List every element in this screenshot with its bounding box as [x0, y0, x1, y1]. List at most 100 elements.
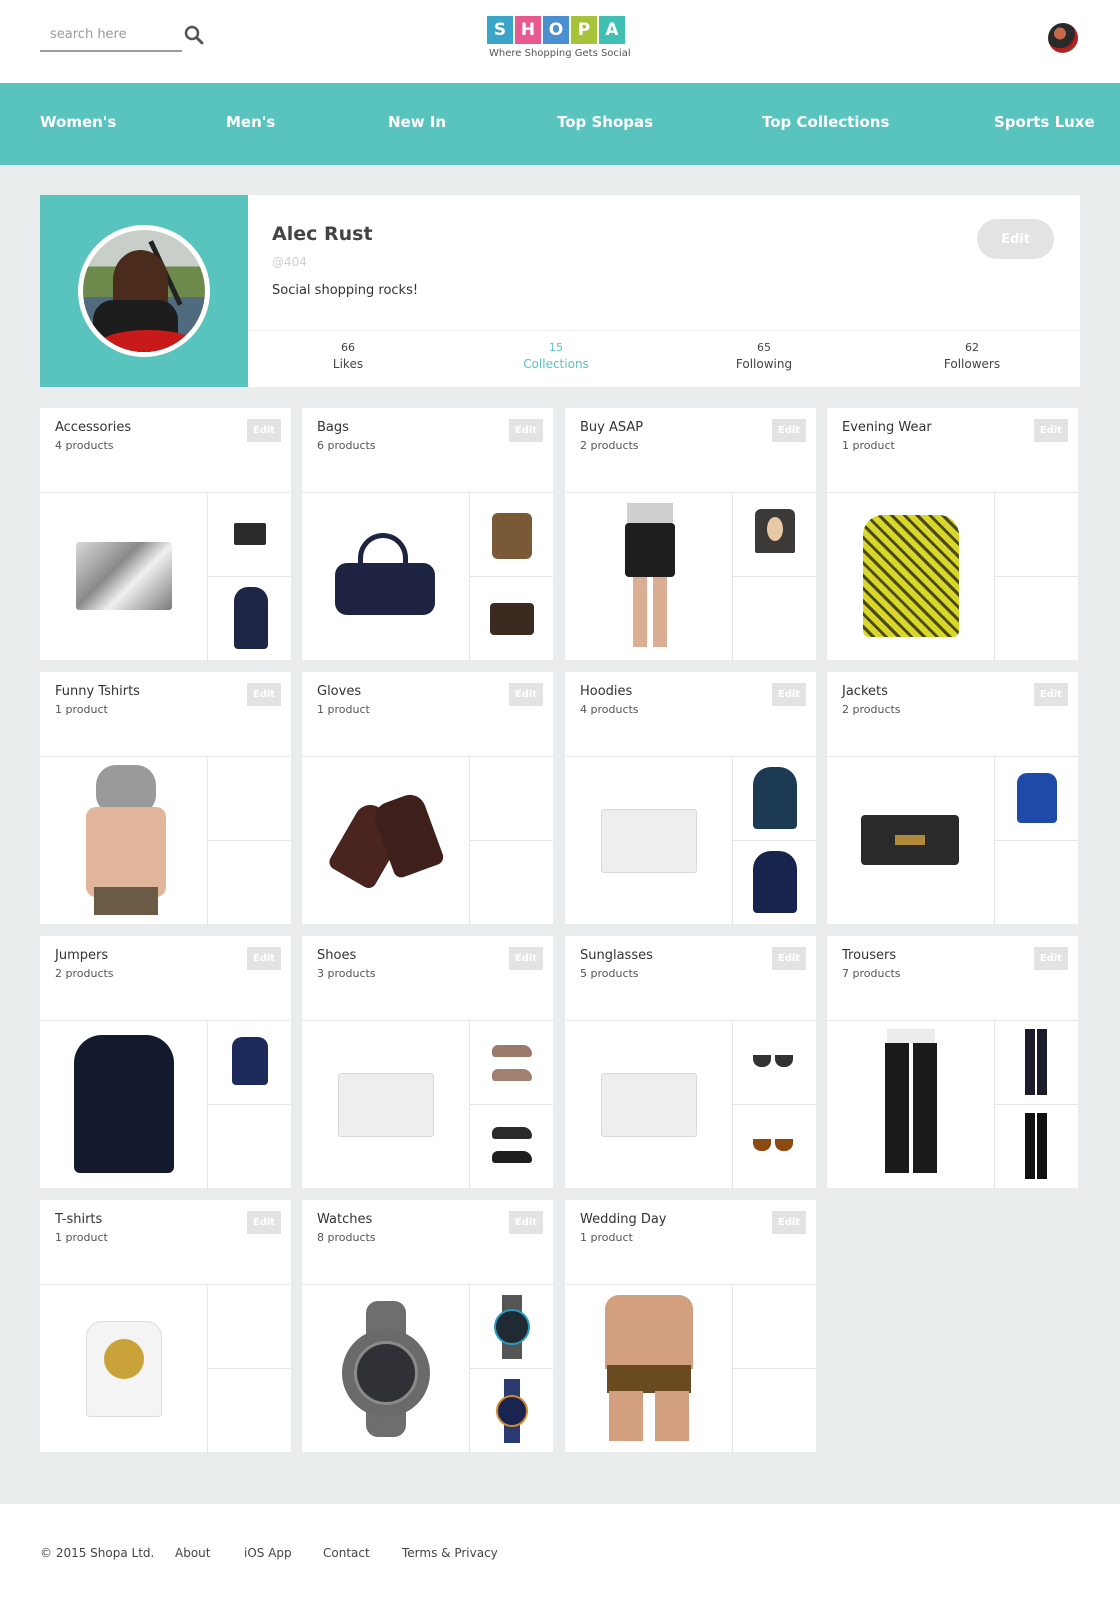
product-image-thumb[interactable] [208, 1105, 291, 1189]
collection-card-jumpers[interactable]: Jumpers 2 products Edit [40, 936, 291, 1189]
collection-card-sunglasses[interactable]: Sunglasses 5 products Edit [565, 936, 816, 1189]
product-image-thumb[interactable] [470, 1105, 553, 1189]
footer-link-ios-app[interactable]: iOS App [244, 1546, 292, 1560]
product-image-thumb[interactable] [995, 1105, 1078, 1189]
product-image-thumb[interactable] [995, 1021, 1078, 1105]
product-image-main[interactable] [40, 1021, 208, 1189]
product-image-thumb[interactable] [208, 1021, 291, 1105]
nav-item-womens[interactable]: Women's [40, 113, 116, 131]
edit-collection-button[interactable]: Edit [1034, 683, 1068, 706]
product-image-main[interactable] [40, 493, 208, 661]
nav-item-top-shopas[interactable]: Top Shopas [557, 113, 653, 131]
product-image-thumb[interactable] [470, 577, 553, 661]
collection-card-shoes[interactable]: Shoes 3 products Edit [302, 936, 553, 1189]
collection-card-accessories[interactable]: Accessories 4 products Edit [40, 408, 291, 661]
shopa-logo[interactable]: S H O P A Where Shopping Gets Social [487, 16, 633, 70]
collection-card-evening-wear[interactable]: Evening Wear 1 product Edit [827, 408, 1078, 661]
collection-card-hoodies[interactable]: Hoodies 4 products Edit [565, 672, 816, 925]
edit-collection-button[interactable]: Edit [509, 683, 543, 706]
product-image-thumb[interactable] [733, 1021, 816, 1105]
product-image-thumb[interactable] [995, 493, 1078, 577]
stat-followers[interactable]: 62 Followers [902, 341, 1042, 371]
product-image-thumb[interactable] [470, 757, 553, 841]
product-image-main[interactable] [302, 757, 470, 925]
collection-card-buy-asap[interactable]: Buy ASAP 2 products Edit [565, 408, 816, 661]
edit-collection-button[interactable]: Edit [772, 419, 806, 442]
edit-collection-button[interactable]: Edit [509, 1211, 543, 1234]
footer-link-about[interactable]: About [175, 1546, 210, 1560]
product-image-thumb[interactable] [733, 1369, 816, 1453]
collection-card-trousers[interactable]: Trousers 7 products Edit [827, 936, 1078, 1189]
edit-collection-button[interactable]: Edit [772, 1211, 806, 1234]
product-image-main[interactable] [565, 493, 733, 661]
nav-item-sports-luxe[interactable]: Sports Luxe [994, 113, 1095, 131]
product-image-thumb[interactable] [995, 577, 1078, 661]
edit-collection-button[interactable]: Edit [247, 419, 281, 442]
collection-card-jackets[interactable]: Jackets 2 products Edit [827, 672, 1078, 925]
product-image-main[interactable] [565, 1021, 733, 1189]
product-image-main[interactable] [40, 757, 208, 925]
collection-card-watches[interactable]: Watches 8 products Edit [302, 1200, 553, 1453]
product-image-main[interactable] [302, 1021, 470, 1189]
edit-collection-button[interactable]: Edit [1034, 947, 1068, 970]
product-image-thumb[interactable] [733, 841, 816, 925]
search-input[interactable] [40, 21, 160, 47]
collection-card-gloves[interactable]: Gloves 1 product Edit [302, 672, 553, 925]
search-icon[interactable] [184, 25, 204, 45]
edit-collection-button[interactable]: Edit [1034, 419, 1068, 442]
edit-collection-button[interactable]: Edit [509, 947, 543, 970]
product-image-thumb[interactable] [995, 841, 1078, 925]
product-image-main[interactable] [827, 1021, 995, 1189]
edit-collection-button[interactable]: Edit [509, 419, 543, 442]
product-image-main[interactable] [302, 1285, 470, 1453]
edit-collection-button[interactable]: Edit [247, 947, 281, 970]
page-footer: © 2015 Shopa Ltd. About iOS App Contact … [0, 1504, 1120, 1613]
edit-profile-button[interactable]: Edit [977, 219, 1054, 259]
nav-item-top-collections[interactable]: Top Collections [762, 113, 889, 131]
edit-collection-button[interactable]: Edit [772, 683, 806, 706]
collection-card-t-shirts[interactable]: T-shirts 1 product Edit [40, 1200, 291, 1453]
product-image-main[interactable] [302, 493, 470, 661]
collection-card-bags[interactable]: Bags 6 products Edit [302, 408, 553, 661]
product-image-thumb[interactable] [733, 493, 816, 577]
product-image-main[interactable] [565, 1285, 733, 1453]
stat-collections[interactable]: 15 Collections [486, 341, 626, 371]
product-image-main[interactable] [565, 757, 733, 925]
stat-following[interactable]: 65 Following [694, 341, 834, 371]
product-image-thumb[interactable] [470, 1369, 553, 1453]
product-image-thumb[interactable] [208, 757, 291, 841]
logo-tile: H [515, 16, 541, 44]
footer-link-contact[interactable]: Contact [323, 1546, 370, 1560]
product-image-thumb[interactable] [208, 577, 291, 661]
product-image-thumb[interactable] [733, 757, 816, 841]
product-image-main[interactable] [40, 1285, 208, 1453]
collection-card-wedding-day[interactable]: Wedding Day 1 product Edit [565, 1200, 816, 1453]
product-grid [565, 756, 816, 925]
product-image-thumb[interactable] [208, 841, 291, 925]
collection-card-funny-tshirts[interactable]: Funny Tshirts 1 product Edit [40, 672, 291, 925]
product-image-thumb[interactable] [208, 493, 291, 577]
nav-item-new-in[interactable]: New In [388, 113, 446, 131]
product-image-thumb[interactable] [733, 1105, 816, 1189]
collection-title: Watches [317, 1212, 373, 1227]
user-avatar[interactable] [1048, 23, 1078, 53]
product-image-main[interactable] [827, 757, 995, 925]
product-image-thumb[interactable] [208, 1285, 291, 1369]
product-image-thumb[interactable] [733, 1285, 816, 1369]
footer-link-terms-privacy[interactable]: Terms & Privacy [402, 1546, 498, 1560]
product-image-thumb[interactable] [208, 1369, 291, 1453]
product-image-thumb[interactable] [470, 1285, 553, 1369]
nav-item-mens[interactable]: Men's [226, 113, 275, 131]
product-image-thumb[interactable] [470, 493, 553, 577]
stat-likes[interactable]: 66 Likes [278, 341, 418, 371]
collection-title: Bags [317, 420, 349, 435]
edit-collection-button[interactable]: Edit [772, 947, 806, 970]
product-image-thumb[interactable] [470, 1021, 553, 1105]
profile-name: Alec Rust [272, 223, 373, 245]
product-image-thumb[interactable] [470, 841, 553, 925]
product-image-thumb[interactable] [995, 757, 1078, 841]
product-image-main[interactable] [827, 493, 995, 661]
edit-collection-button[interactable]: Edit [247, 683, 281, 706]
edit-collection-button[interactable]: Edit [247, 1211, 281, 1234]
product-image-thumb[interactable] [733, 577, 816, 661]
